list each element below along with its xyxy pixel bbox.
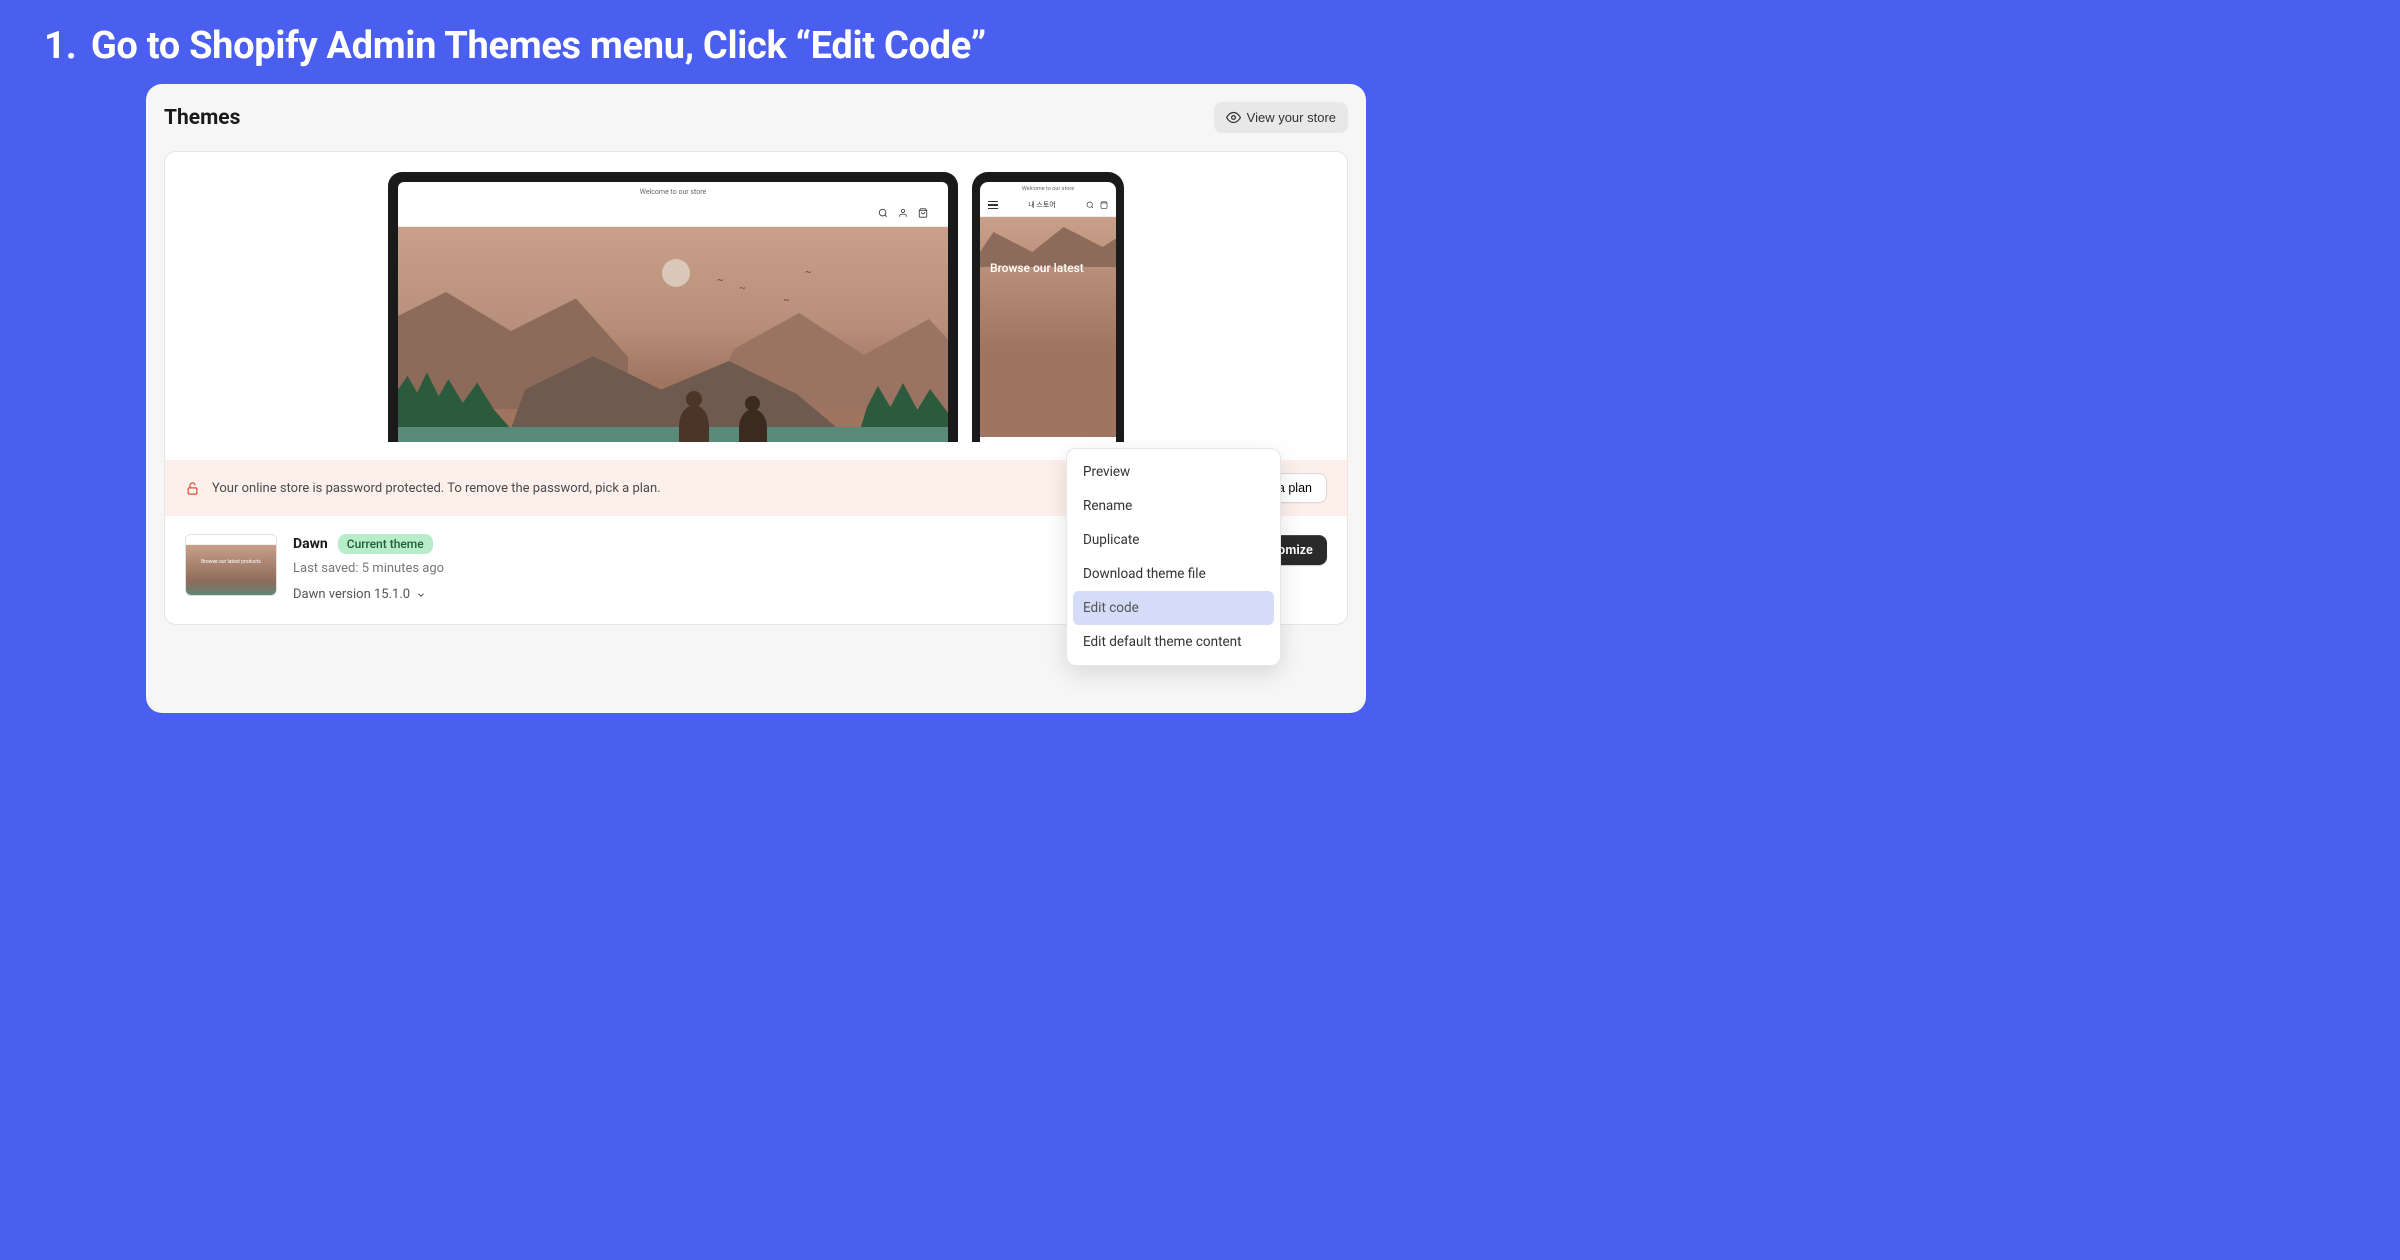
dropdown-item-edit-default-theme-content[interactable]: Edit default theme content [1073,625,1274,659]
dropdown-item-download-theme-file[interactable]: Download theme file [1073,557,1274,591]
eye-icon [1226,110,1241,125]
chevron-down-icon [416,590,426,600]
instruction-text: Go to Shopify Admin Themes menu, Click “… [91,24,986,68]
theme-version-label: Dawn version 15.1.0 [293,587,410,602]
bag-icon [918,208,928,218]
search-icon [1086,201,1094,209]
themes-panel: Themes View your store Welcome to our st… [146,84,1366,713]
hero-illustration: ~ ~ ~ ~ [398,227,948,442]
view-store-label: View your store [1247,110,1336,125]
dropdown-item-duplicate[interactable]: Duplicate [1073,523,1274,557]
mobile-preview: Welcome to our store 내 스토어 Browse our l [972,172,1124,442]
theme-name: Dawn [293,536,328,552]
instruction-header: 1. Go to Shopify Admin Themes menu, Clic… [0,0,1512,84]
more-actions-dropdown: PreviewRenameDuplicateDownload theme fil… [1066,448,1281,666]
theme-card: Welcome to our store ~ ~ ~ ~ [164,151,1348,625]
dropdown-item-rename[interactable]: Rename [1073,489,1274,523]
store-nav [398,202,948,227]
current-theme-badge: Current theme [338,534,433,554]
search-icon [878,208,888,218]
mobile-nav: 내 스토어 [980,196,1116,217]
view-store-button[interactable]: View your store [1214,102,1348,133]
thumb-hero-text: Browse our latest products [186,559,276,565]
mobile-hero-illustration: Browse our latest [980,217,1116,437]
hamburger-icon [988,201,998,209]
theme-previews: Welcome to our store ~ ~ ~ ~ [185,172,1327,442]
theme-thumbnail: Browse our latest products [185,534,277,596]
page-title: Themes [164,106,240,130]
last-saved-text: Last saved: 5 minutes ago [293,561,1178,576]
dropdown-item-edit-code[interactable]: Edit code [1073,591,1274,625]
desktop-preview: Welcome to our store ~ ~ ~ ~ [388,172,958,442]
mobile-welcome-bar: Welcome to our store [980,182,1116,196]
theme-version-dropdown[interactable]: Dawn version 15.1.0 [293,587,426,602]
lock-icon [185,481,200,496]
theme-info: Dawn Current theme Last saved: 5 minutes… [293,534,1178,602]
bag-icon [1100,201,1108,209]
mobile-store-name: 내 스토어 [1028,200,1056,210]
store-welcome-bar: Welcome to our store [398,182,948,202]
panel-header: Themes View your store [164,102,1348,133]
mobile-hero-text: Browse our latest [990,261,1106,275]
instruction-number: 1. [44,24,77,68]
dropdown-item-preview[interactable]: Preview [1073,455,1274,489]
account-icon [898,208,908,218]
